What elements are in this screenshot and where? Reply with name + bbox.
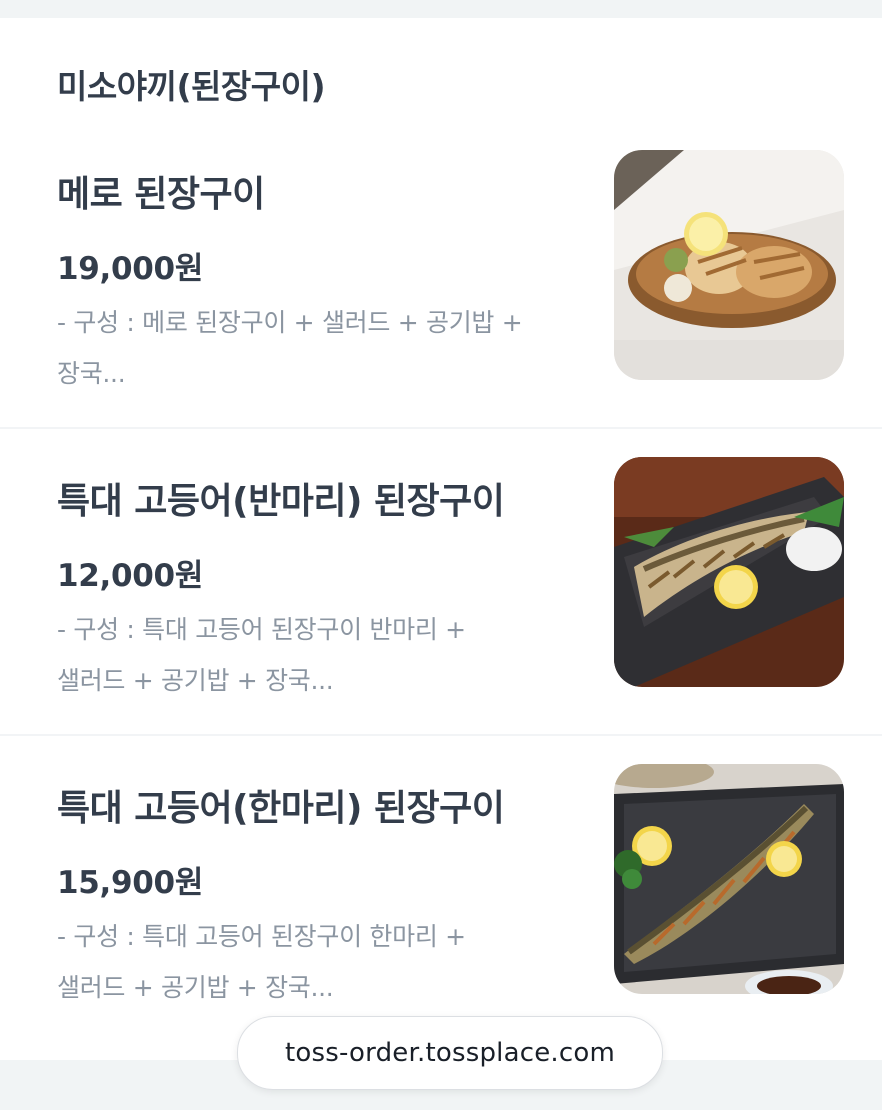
grilled-mackerel-photo[interactable] [614, 457, 844, 687]
menu-item-description-line: - 구성 : 메로 된장구이 + 샐러드 + 공기밥 + [57, 308, 523, 337]
grilled-whole-mackerel-photo[interactable] [614, 764, 844, 994]
menu-item-description-line: 샐러드 + 공기밥 + 장국... [57, 973, 334, 1002]
menu-item-description: - 구성 : 메로 된장구이 + 샐러드 + 공기밥 + 장국... [57, 297, 557, 399]
menu-item-description: - 구성 : 특대 고등어 된장구이 한마리 + 샐러드 + 공기밥 + 장국.… [57, 911, 557, 1013]
menu-item-miro[interactable]: 메로 된장구이 19,000원 - 구성 : 메로 된장구이 + 샐러드 + 공… [0, 150, 882, 405]
menu-item-mackerel-half[interactable]: 특대 고등어(반마리) 된장구이 12,000원 - 구성 : 특대 고등어 된… [0, 457, 882, 712]
menu-item-name: 메로 된장구이 [57, 174, 265, 215]
top-band [0, 0, 882, 18]
url-bar[interactable]: toss-order.tossplace.com [237, 1016, 663, 1090]
menu-item-mackerel-whole[interactable]: 특대 고등어(한마리) 된장구이 15,900원 - 구성 : 특대 고등어 된… [0, 764, 882, 1019]
menu-item-description: - 구성 : 특대 고등어 된장구이 반마리 + 샐러드 + 공기밥 + 장국.… [57, 604, 557, 706]
divider [0, 427, 882, 429]
section-title: 미소야끼(된장구이) [57, 67, 326, 106]
menu-item-description-line: 샐러드 + 공기밥 + 장국... [57, 666, 334, 695]
divider [0, 734, 882, 736]
menu-item-price: 15,900원 [57, 865, 204, 901]
menu-item-price: 12,000원 [57, 558, 204, 594]
menu-item-price: 19,000원 [57, 251, 204, 287]
menu-item-description-line: - 구성 : 특대 고등어 된장구이 한마리 + [57, 922, 466, 951]
menu-item-name: 특대 고등어(반마리) 된장구이 [57, 481, 505, 522]
url-text: toss-order.tossplace.com [284, 1038, 615, 1068]
menu-item-description-line: - 구성 : 특대 고등어 된장구이 반마리 + [57, 615, 466, 644]
menu-item-name: 특대 고등어(한마리) 된장구이 [57, 788, 505, 829]
menu-item-description-line: 장국... [57, 359, 126, 388]
grilled-fish-plate-photo[interactable] [614, 150, 844, 380]
